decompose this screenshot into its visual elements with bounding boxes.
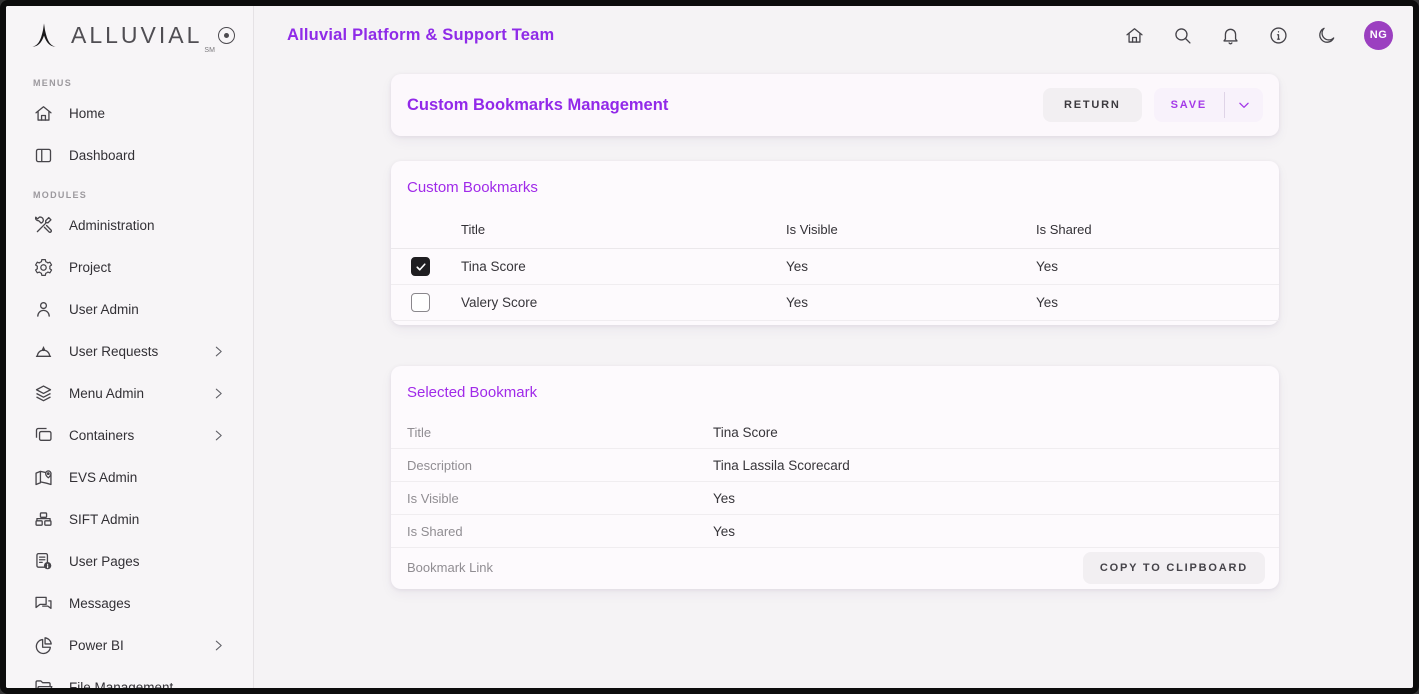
search-icon[interactable]: [1172, 25, 1193, 46]
custom-bookmarks-title: Custom Bookmarks: [391, 161, 1279, 211]
cell-is-visible: Yes: [786, 295, 1036, 310]
home-icon: [33, 103, 54, 124]
cell-title: Valery Score: [461, 295, 786, 310]
selected-bookmark-title: Selected Bookmark: [391, 366, 1279, 416]
topbar-icons: NG: [1124, 21, 1393, 50]
chevron-right-icon: [212, 387, 225, 400]
field-row-bookmark-link: Bookmark Link COPY TO CLIPBOARD: [391, 548, 1279, 587]
cloche-icon: [33, 341, 54, 362]
sidebar-item-user-pages[interactable]: User Pages: [6, 540, 253, 582]
brand-trademark: SM: [204, 47, 215, 54]
sidebar-item-administration[interactable]: Administration: [6, 204, 253, 246]
sidebar-item-file-management[interactable]: File Management: [6, 666, 253, 688]
cell-title: Tina Score: [461, 259, 786, 274]
return-button[interactable]: RETURN: [1043, 88, 1142, 122]
sidebar-item-home[interactable]: Home: [6, 92, 253, 134]
field-label: Is Shared: [407, 524, 713, 539]
gear-icon: [33, 257, 54, 278]
cell-is-shared: Yes: [1036, 295, 1279, 310]
field-label: Description: [407, 458, 713, 473]
sidebar-item-project[interactable]: Project: [6, 246, 253, 288]
field-label: Bookmark Link: [407, 560, 713, 575]
table-row[interactable]: Valery Score Yes Yes: [391, 285, 1279, 321]
section-label-menus: MENUS: [33, 78, 253, 90]
bookmarks-table-header: Title Is Visible Is Shared: [391, 211, 1279, 249]
field-row-is-visible: Is Visible Yes: [391, 482, 1279, 515]
copy-to-clipboard-button[interactable]: COPY TO CLIPBOARD: [1083, 552, 1265, 584]
sidebar-item-evs-admin[interactable]: EVS Admin: [6, 456, 253, 498]
field-row-title: Title Tina Score: [391, 416, 1279, 449]
page-header-card: Custom Bookmarks Management RETURN SAVE: [391, 74, 1279, 136]
chevron-right-icon: [212, 639, 225, 652]
bell-icon[interactable]: [1220, 25, 1241, 46]
transfer-boxes-icon: [33, 509, 54, 530]
sidebar-item-user-requests[interactable]: User Requests: [6, 330, 253, 372]
team-title: Alluvial Platform & Support Team: [287, 26, 554, 45]
main-area: Alluvial Platform & Support Team NG: [254, 6, 1413, 688]
chat-bubbles-icon: [33, 593, 54, 614]
document-info-icon: [33, 551, 54, 572]
column-header-is-shared: Is Shared: [1036, 222, 1279, 237]
person-icon: [33, 299, 54, 320]
topbar: Alluvial Platform & Support Team NG: [254, 6, 1413, 64]
chevron-down-icon: [1237, 98, 1251, 112]
alluvial-logo-icon: [30, 21, 58, 49]
field-label: Title: [407, 425, 713, 440]
sidebar-item-containers[interactable]: Containers: [6, 414, 253, 456]
info-icon[interactable]: [1268, 25, 1289, 46]
map-pin-icon: [33, 467, 54, 488]
table-row[interactable]: Tina Score Yes Yes: [391, 249, 1279, 285]
page-content: Custom Bookmarks Management RETURN SAVE: [391, 64, 1279, 589]
field-value: Tina Score: [713, 425, 1265, 440]
user-avatar[interactable]: NG: [1364, 21, 1393, 50]
sidebar-item-dashboard[interactable]: Dashboard: [6, 134, 253, 176]
cell-is-visible: Yes: [786, 259, 1036, 274]
sidebar-item-messages[interactable]: Messages: [6, 582, 253, 624]
sidebar-item-user-admin[interactable]: User Admin: [6, 288, 253, 330]
column-header-is-visible: Is Visible: [786, 222, 1036, 237]
save-options-button[interactable]: [1225, 90, 1263, 120]
tools-icon: [33, 215, 54, 236]
sidebar: ALLUVIAL SM MENUS Home Dashboard MODULES: [6, 6, 254, 688]
sidebar-item-menu-admin[interactable]: Menu Admin: [6, 372, 253, 414]
field-row-is-shared: Is Shared Yes: [391, 515, 1279, 548]
moon-icon[interactable]: [1316, 25, 1337, 46]
chevron-right-icon: [212, 429, 225, 442]
windows-icon: [33, 425, 54, 446]
sidebar-nav: MENUS Home Dashboard MODULES Administrat…: [6, 78, 253, 688]
page-header-actions: RETURN SAVE: [1043, 88, 1263, 122]
custom-bookmarks-card: Custom Bookmarks Title Is Visible Is Sha…: [391, 161, 1279, 325]
cell-is-shared: Yes: [1036, 259, 1279, 274]
sidebar-item-sift-admin[interactable]: SIFT Admin: [6, 498, 253, 540]
field-value: Tina Lassila Scorecard: [713, 458, 1265, 473]
brand-name: ALLUVIAL: [71, 22, 202, 49]
selected-bookmark-card: Selected Bookmark Title Tina Score Descr…: [391, 366, 1279, 589]
column-header-title: Title: [461, 222, 786, 237]
app-window: ALLUVIAL SM MENUS Home Dashboard MODULES: [0, 0, 1419, 694]
layers-icon: [33, 383, 54, 404]
sidebar-collapse-toggle-icon[interactable]: [218, 27, 235, 44]
field-value: Yes: [713, 524, 1265, 539]
pie-chart-icon: [33, 635, 54, 656]
dashboard-icon: [33, 145, 54, 166]
field-row-description: Description Tina Lassila Scorecard: [391, 449, 1279, 482]
save-split-button: SAVE: [1154, 88, 1263, 122]
page-title: Custom Bookmarks Management: [407, 96, 668, 115]
save-button[interactable]: SAVE: [1154, 88, 1224, 122]
field-value: Yes: [713, 491, 1265, 506]
sidebar-item-power-bi[interactable]: Power BI: [6, 624, 253, 666]
section-label-modules: MODULES: [33, 190, 253, 202]
sidebar-header: ALLUVIAL SM: [6, 6, 253, 64]
row-checkbox[interactable]: [411, 257, 430, 276]
field-label: Is Visible: [407, 491, 713, 506]
row-checkbox[interactable]: [411, 293, 430, 312]
chevron-right-icon: [212, 345, 225, 358]
folder-icon: [33, 677, 54, 689]
home-icon[interactable]: [1124, 25, 1145, 46]
